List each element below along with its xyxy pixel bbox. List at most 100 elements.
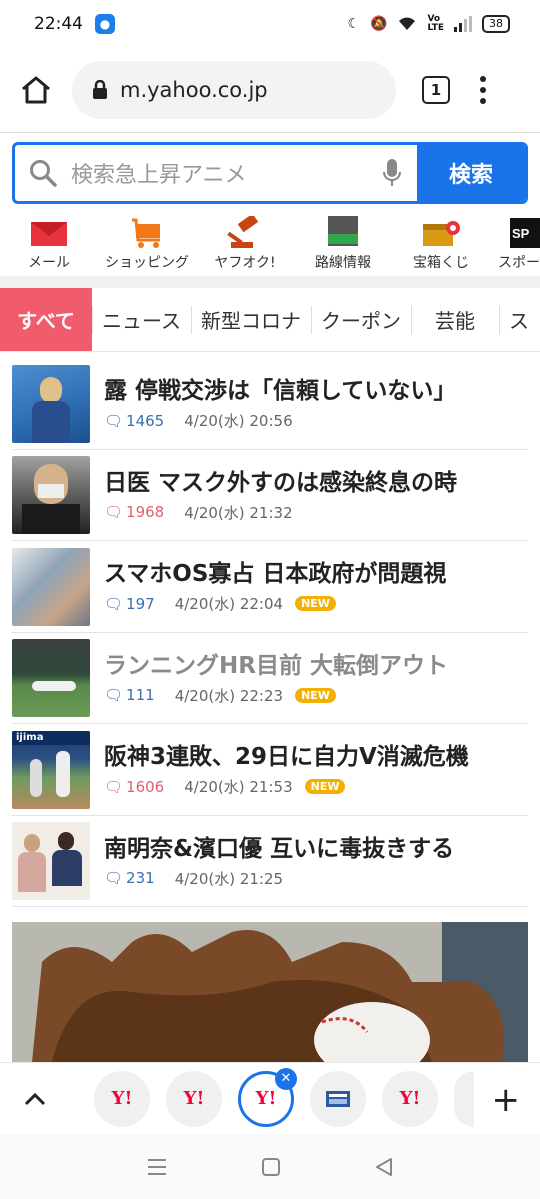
status-icons: ☾ 🔕 Vo LTE 38: [347, 15, 510, 33]
comment-icon: 🗨: [104, 594, 124, 613]
service-mail[interactable]: メール: [0, 210, 98, 276]
lock-icon: [93, 80, 107, 99]
comment-count: 🗨 231: [104, 869, 155, 888]
tab-thumbnail[interactable]: [310, 1070, 366, 1127]
tab-thumbnail-active[interactable]: Y! ✕: [238, 1067, 297, 1127]
tab-switcher-button[interactable]: 1: [422, 76, 450, 104]
news-thumbnail: [12, 456, 90, 535]
new-tab-button[interactable]: +: [492, 1080, 521, 1120]
tab-entertainment[interactable]: 芸能: [411, 288, 499, 351]
tab-covid[interactable]: 新型コロナ: [191, 288, 311, 351]
home-icon: [22, 76, 50, 104]
news-item[interactable]: 露 停戦交渉は「信頼していない」 🗨 1465 4/20(水) 20:56: [0, 358, 540, 450]
tab-strip: Y! Y! Y! ✕ Y!: [0, 1062, 540, 1134]
news-date: 4/20(水) 22:04: [174, 595, 284, 614]
tab-thumbnail[interactable]: Y!: [382, 1070, 438, 1127]
new-badge: NEW: [304, 779, 346, 795]
expand-tabs-button[interactable]: [0, 1092, 70, 1106]
service-sports[interactable]: SP スポーツ: [490, 210, 540, 276]
search-button[interactable]: 検索: [417, 145, 525, 201]
tab-sports[interactable]: ス: [499, 288, 539, 351]
dot: [480, 87, 486, 93]
news-thumbnail: [12, 822, 90, 901]
search-box: 検索急上昇アニメ 検索: [12, 142, 528, 204]
comment-icon: 🗨: [104, 503, 124, 522]
dot: [480, 76, 486, 82]
news-date: 4/20(水) 21:32: [184, 503, 293, 522]
home-button[interactable]: [16, 70, 56, 110]
tab-news[interactable]: ニュース: [92, 288, 191, 351]
microphone-icon: [383, 159, 401, 186]
tab-thumbnail[interactable]: [454, 1070, 474, 1127]
system-navigation-bar: [0, 1134, 540, 1199]
svg-text:SP: SP: [512, 226, 530, 241]
address-bar[interactable]: m.yahoo.co.jp: [72, 61, 396, 119]
home-nav-icon[interactable]: [261, 1157, 281, 1177]
treasure-icon: [423, 221, 460, 246]
news-item[interactable]: 南明奈&濱口優 互いに毒抜きする 🗨 231 4/20(水) 21:25: [0, 816, 540, 908]
news-item[interactable]: ijima 阪神3連敗、29日に自力V消滅危機 🗨 1606 4/20(水) 21:…: [0, 724, 540, 816]
browser-toolbar: m.yahoo.co.jp 1: [0, 48, 540, 132]
news-item[interactable]: 日医 マスク外すのは感染終息の時 🗨 1968 4/20(水) 21:32: [0, 450, 540, 542]
baseball-glove-image: [12, 922, 528, 1062]
news-title: 日医 マスク外すのは感染終息の時: [104, 469, 458, 496]
news-title: 阪神3連敗、29日に自力V消滅危機: [104, 744, 469, 771]
status-time: 22:44: [34, 14, 83, 34]
search-input[interactable]: 検索急上昇アニメ: [15, 145, 367, 201]
search-placeholder: 検索急上昇アニメ: [71, 163, 247, 188]
service-shortcuts: メール ショッピング ヤフオク! 路線情報 宝箱くじ SP スポーツ: [0, 210, 540, 276]
comment-count: 🗨 1606: [104, 777, 165, 796]
service-shopping[interactable]: ショッピング: [98, 210, 196, 276]
bell-off-icon: 🔕: [370, 16, 388, 32]
url-text: m.yahoo.co.jp: [120, 78, 268, 102]
chevron-up-icon: [24, 1092, 46, 1105]
comment-icon: 🗨: [104, 869, 124, 888]
battery-icon: 38: [482, 15, 510, 33]
new-badge: NEW: [295, 596, 336, 612]
news-title: 露 停戦交渉は「信頼していない」: [104, 378, 457, 405]
dot: [480, 98, 486, 104]
tab-all[interactable]: すべて: [0, 288, 92, 351]
search-icon: [30, 160, 57, 187]
new-badge: NEW: [295, 687, 336, 703]
news-site-icon: [326, 1090, 350, 1107]
volte-icon: Vo LTE: [427, 14, 444, 33]
wifi-icon: [399, 17, 416, 30]
news-title: 南明奈&濱口優 互いに毒抜きする: [104, 835, 455, 862]
news-item[interactable]: ランニングHR目前 大転倒アウト 🗨 111 4/20(水) 22:23 NEW: [0, 633, 540, 725]
mail-icon: [31, 222, 67, 246]
service-transit[interactable]: 路線情報: [294, 210, 392, 276]
tab-thumbnail[interactable]: Y!: [166, 1070, 222, 1127]
featured-image[interactable]: [12, 922, 528, 1062]
service-lottery[interactable]: 宝箱くじ: [392, 210, 490, 276]
news-thumbnail: [12, 547, 90, 626]
overflow-menu-button[interactable]: [480, 76, 486, 104]
close-tab-icon[interactable]: ✕: [275, 1067, 297, 1090]
comment-count: 🗨 111: [104, 686, 155, 705]
comment-count: 🗨 1465: [104, 411, 165, 430]
news-date: 4/20(水) 20:56: [184, 412, 293, 431]
comment-count: 🗨 1968: [104, 503, 165, 522]
voice-search-button[interactable]: [367, 145, 417, 201]
news-item[interactable]: スマホOS寡占 日本政府が問題視 🗨 197 4/20(水) 22:04 NEW: [0, 541, 540, 633]
news-title: スマホOS寡占 日本政府が問題視: [104, 561, 447, 588]
tab-coupon[interactable]: クーポン: [311, 288, 411, 351]
news-thumbnail: ijima: [12, 730, 90, 809]
back-icon[interactable]: [374, 1157, 394, 1177]
news-thumbnail: [12, 639, 90, 718]
news-title: ランニングHR目前 大転倒アウト: [104, 652, 448, 679]
status-bar: 22:44 ● ☾ 🔕 Vo LTE 38: [0, 0, 540, 48]
comment-icon: 🗨: [104, 686, 124, 705]
news-date: 4/20(水) 21:53: [184, 778, 293, 797]
tab-thumbnail[interactable]: Y!: [94, 1070, 150, 1127]
train-icon: [328, 216, 358, 246]
news-thumbnail: [12, 364, 90, 443]
recents-icon[interactable]: [146, 1158, 168, 1176]
comment-icon: 🗨: [104, 411, 124, 430]
service-auction[interactable]: ヤフオク!: [196, 210, 294, 276]
divider: [0, 132, 540, 133]
section-divider: [0, 276, 540, 288]
news-date: 4/20(水) 22:23: [174, 686, 284, 705]
signal-icon: [454, 16, 472, 32]
sports-icon: SP: [510, 218, 540, 248]
